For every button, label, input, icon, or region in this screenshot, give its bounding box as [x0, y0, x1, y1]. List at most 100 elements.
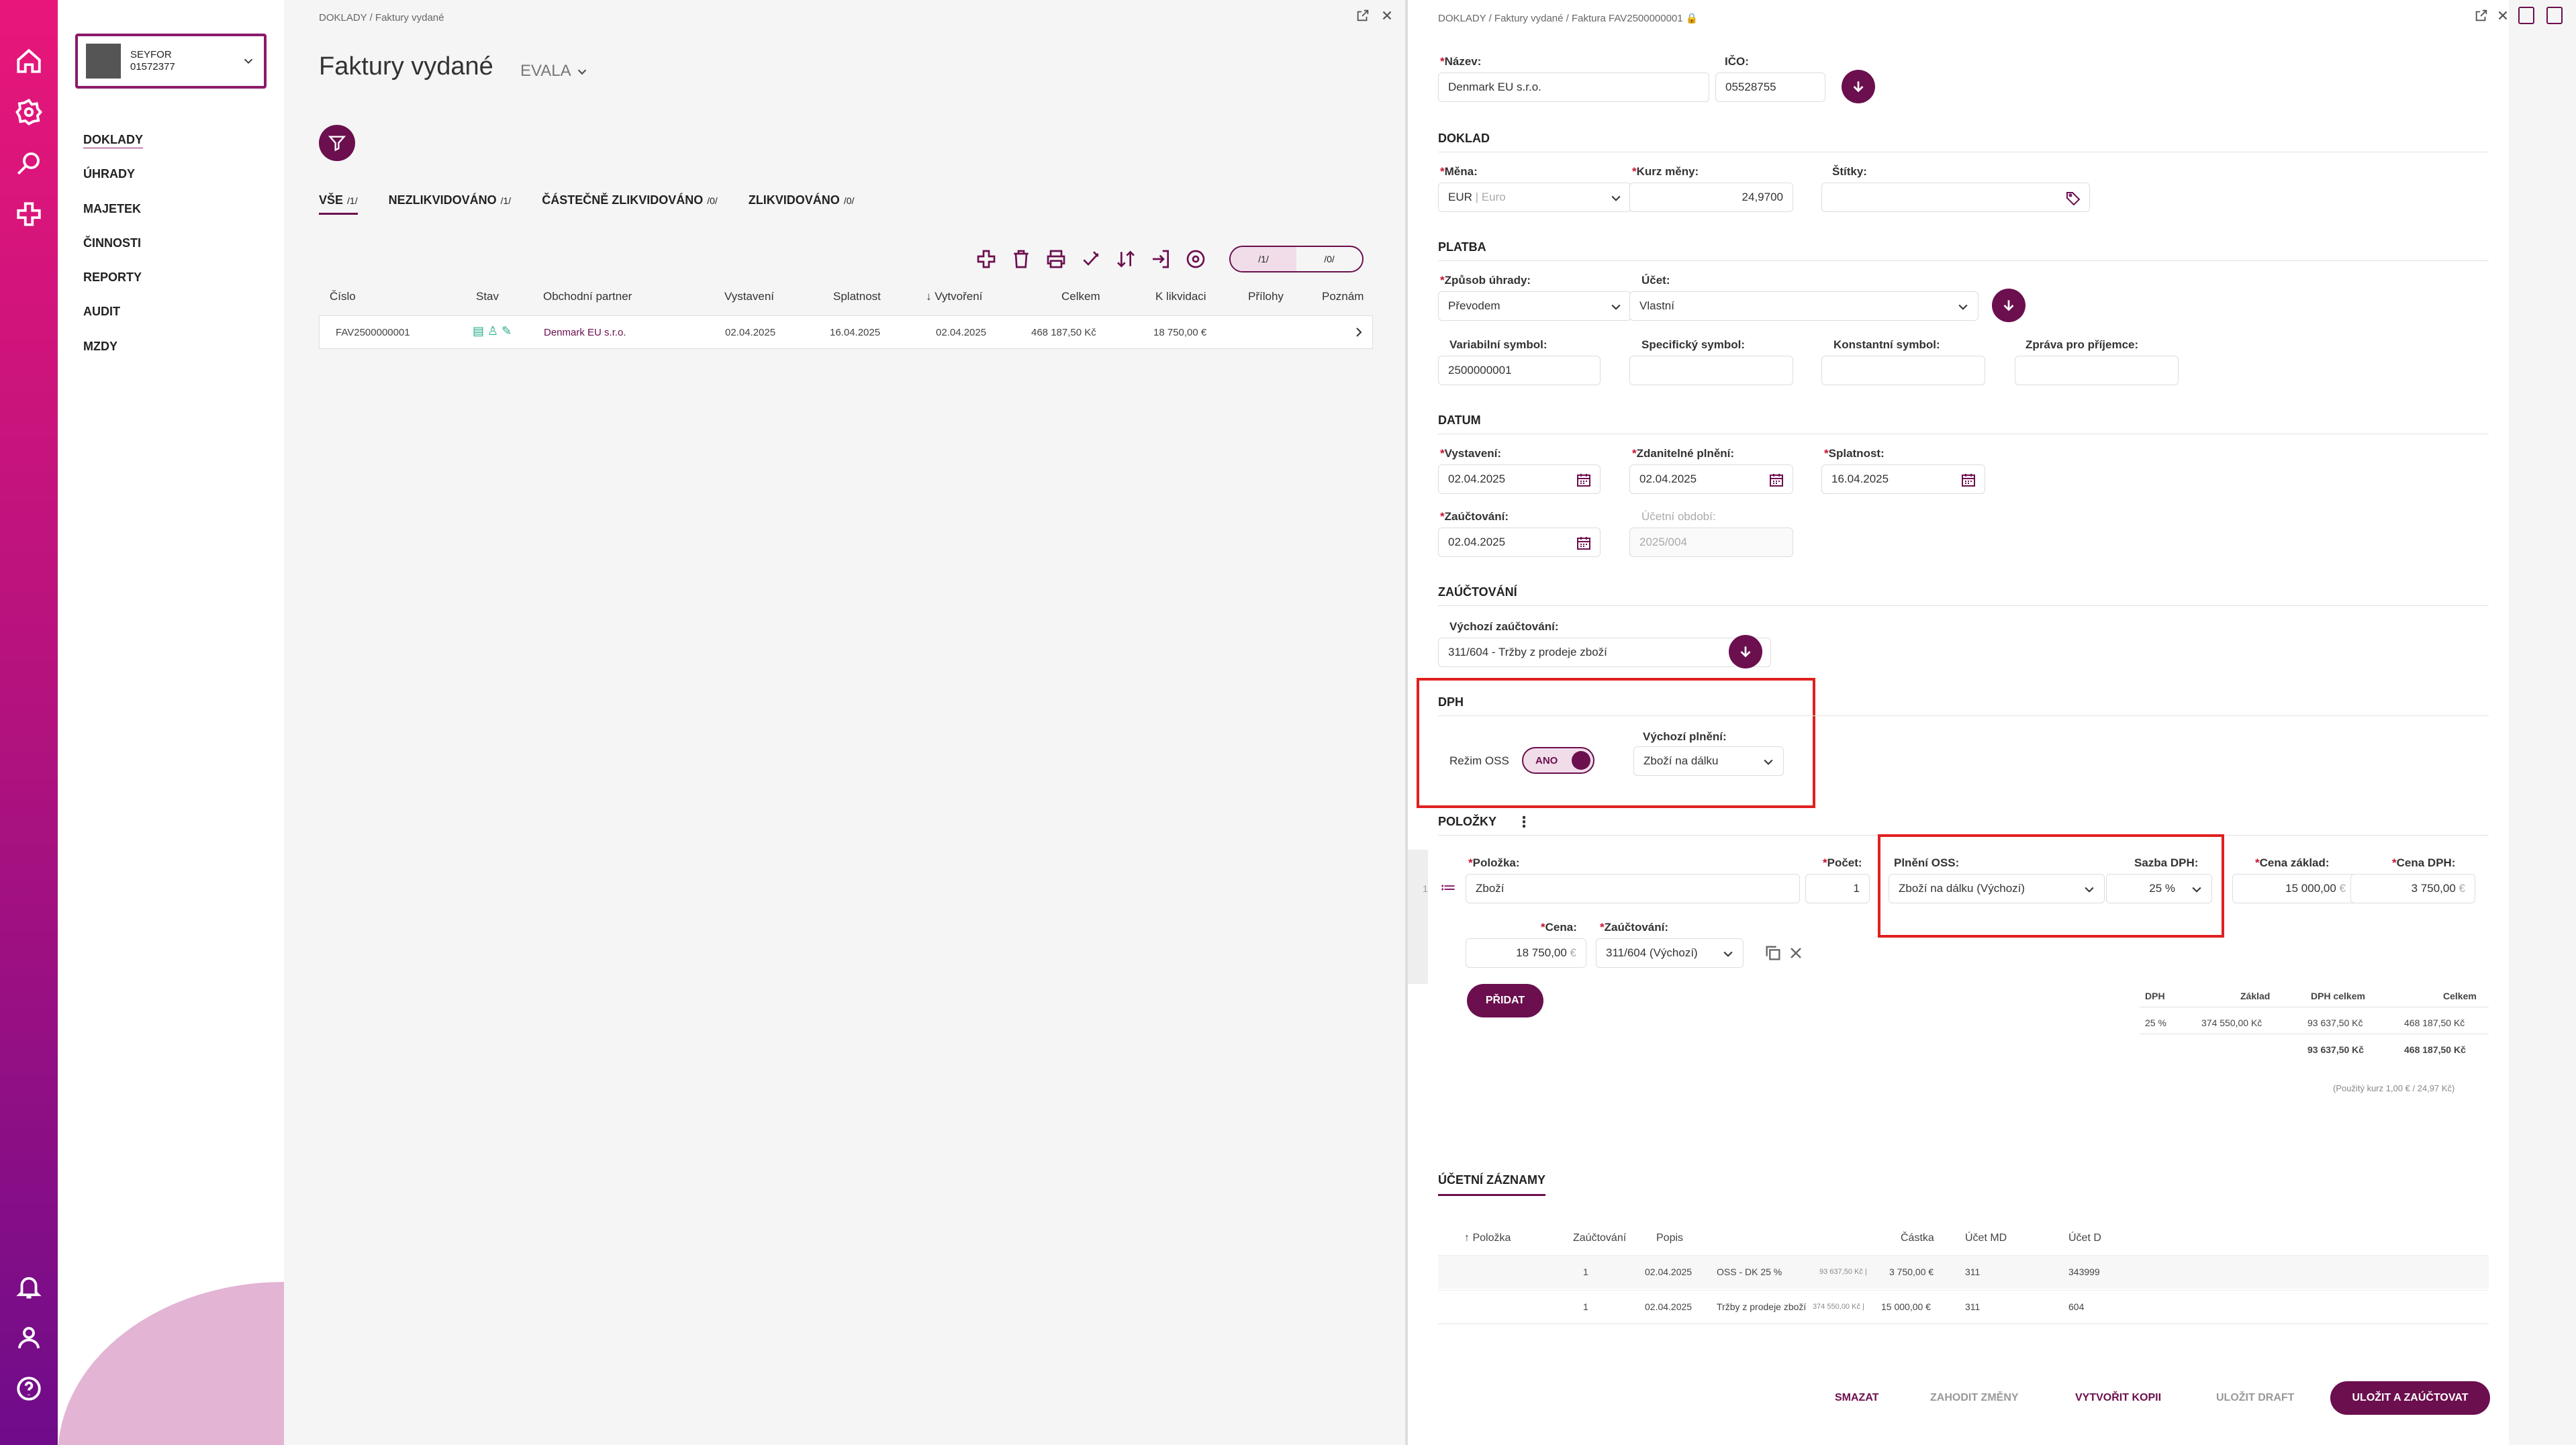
discard-button[interactable]: ZAHODIT ZMĚNY — [1930, 1392, 2019, 1404]
col-celkem[interactable]: Celkem — [1061, 290, 1100, 303]
tab-nezlikvidovano[interactable]: NEZLIKVIDOVÁNO/1/ — [389, 193, 512, 215]
add-icon[interactable] — [12, 197, 46, 231]
taxable-date-input[interactable]: 02.04.2025 — [1629, 464, 1793, 494]
attachment-icon[interactable] — [2546, 7, 2563, 24]
item-name-input[interactable]: Zboží — [1466, 874, 1800, 903]
user-icon[interactable] — [12, 1321, 46, 1354]
calendar-icon[interactable] — [1576, 535, 1592, 551]
due-date-input[interactable]: 16.04.2025 — [1821, 464, 1985, 494]
home-icon[interactable] — [12, 44, 46, 78]
draft-button[interactable]: ULOŽIT DRAFT — [2216, 1392, 2294, 1404]
nav-item-uhrady[interactable]: ÚHRADY — [83, 167, 143, 201]
sort-icon[interactable] — [1115, 248, 1137, 270]
nav-item-audit[interactable]: AUDIT — [83, 305, 143, 339]
search-icon[interactable] — [12, 146, 46, 180]
bell-icon[interactable] — [12, 1270, 46, 1303]
close-icon[interactable] — [2495, 8, 2510, 23]
calendar-icon[interactable] — [1960, 472, 1976, 488]
row-partner-link[interactable]: Denmark EU s.r.o. — [544, 327, 626, 338]
agenda-selector[interactable]: EVALA — [520, 62, 589, 81]
base-price-input[interactable]: 15 000,00 € — [2232, 874, 2356, 903]
posting-date-input[interactable]: 02.04.2025 — [1438, 528, 1601, 557]
open-external-icon[interactable] — [1355, 8, 1370, 23]
trash-icon[interactable] — [1010, 248, 1032, 270]
tab-zlikvidovano[interactable]: ZLIKVIDOVÁNO/0/ — [749, 193, 855, 215]
rate-input[interactable]: 24,9700 — [1629, 183, 1793, 212]
ico-input[interactable]: 05528755 — [1715, 72, 1825, 102]
chevron-right-icon[interactable] — [1351, 324, 1367, 340]
remove-icon[interactable] — [1786, 944, 1805, 962]
vs-input[interactable]: 2500000001 — [1438, 356, 1601, 385]
rec-header-d[interactable]: Účet D — [2068, 1232, 2101, 1244]
nav-item-mzdy[interactable]: MZDY — [83, 340, 143, 374]
ss-input[interactable] — [1629, 356, 1793, 385]
accounting-records-tab[interactable]: ÚČETNÍ ZÁZNAMY — [1438, 1173, 1545, 1196]
print-icon[interactable] — [1045, 248, 1067, 270]
table-row[interactable]: FAV2500000001 ▤ ♙ ✎ Denmark EU s.r.o. 02… — [319, 315, 1373, 349]
add-item-button[interactable]: PŘIDAT — [1467, 984, 1543, 1017]
rec-header-amount[interactable]: Částka — [1901, 1232, 1934, 1244]
import-icon[interactable] — [1150, 248, 1172, 270]
account-select[interactable]: Vlastní — [1629, 291, 1978, 321]
default-posting-select[interactable]: 311/604 - Tržby z prodeje zboží — [1438, 638, 1771, 667]
item-row-handle[interactable] — [1408, 850, 1428, 984]
oss-toggle[interactable]: ANO — [1522, 747, 1594, 774]
currency-select[interactable]: EUR | Euro — [1438, 183, 1631, 212]
more-options-icon[interactable]: ⋮ — [1517, 813, 1531, 831]
close-icon[interactable] — [1380, 8, 1394, 23]
tab-vse[interactable]: VŠE/1/ — [319, 193, 358, 215]
save-post-button[interactable]: ULOŽIT A ZAÚČTOVAT — [2330, 1381, 2490, 1415]
col-vystaveni[interactable]: Vystavení — [724, 290, 774, 303]
col-prilohy[interactable]: Přílohy — [1248, 290, 1284, 303]
add-icon[interactable] — [975, 248, 997, 270]
nav-item-reporty[interactable]: REPORTY — [83, 270, 143, 305]
account-download-button[interactable] — [1992, 289, 2025, 322]
count-input[interactable]: 1 — [1805, 874, 1870, 903]
price-input[interactable]: 18 750,00 € — [1466, 938, 1586, 968]
calendar-icon[interactable] — [1576, 472, 1592, 488]
ks-input[interactable] — [1821, 356, 1985, 385]
posting-download-button[interactable] — [1729, 635, 1762, 668]
calendar-icon[interactable] — [1768, 472, 1784, 488]
col-stav[interactable]: Stav — [476, 290, 499, 303]
settings-icon[interactable] — [12, 95, 46, 129]
nav-item-majetek[interactable]: MAJETEK — [83, 202, 143, 236]
nav-item-doklady[interactable]: DOKLADY — [83, 133, 143, 167]
delete-button[interactable]: SMAZAT — [1835, 1392, 1878, 1404]
rec-header-md[interactable]: Účet MD — [1965, 1232, 2007, 1244]
view-drafts-toggle[interactable]: /0/ — [1296, 247, 1362, 271]
col-splatnost[interactable]: Splatnost — [833, 290, 881, 303]
rec-header-item[interactable]: ↑ Položka — [1464, 1232, 1511, 1244]
filter-button[interactable] — [319, 125, 355, 161]
col-cislo[interactable]: Číslo — [330, 290, 356, 303]
vat-rate-select[interactable]: 25 % — [2106, 874, 2212, 903]
drag-lines-icon[interactable]: ≔ — [1440, 878, 1456, 897]
payment-method-select[interactable]: Převodem — [1438, 291, 1631, 321]
help-icon[interactable] — [12, 1372, 46, 1405]
nav-item-cinnosti[interactable]: ČINNOSTI — [83, 236, 143, 270]
view-documents-toggle[interactable]: /1/ — [1231, 247, 1296, 271]
item-posting-select[interactable]: 311/604 (Výchozí) — [1596, 938, 1744, 968]
company-selector[interactable]: SEYFOR 01572377 — [75, 34, 267, 89]
copy-button[interactable]: VYTVOŘIT KOPII — [2075, 1392, 2161, 1404]
copy-icon[interactable] — [1764, 944, 1782, 962]
col-k-likvidaci[interactable]: K likvidaci — [1155, 290, 1206, 303]
tab-castecne[interactable]: ČÁSTEČNĚ ZLIKVIDOVÁNO/0/ — [542, 193, 718, 215]
settings-icon[interactable] — [1185, 248, 1206, 270]
rec-header-date[interactable]: Zaúčtování — [1573, 1232, 1626, 1244]
message-input[interactable] — [2015, 356, 2179, 385]
vat-price-input[interactable]: 3 750,00 € — [2350, 874, 2475, 903]
col-vytvoreni[interactable]: ↓ Vytvoření — [926, 290, 982, 303]
rec-header-desc[interactable]: Popis — [1656, 1232, 1683, 1244]
issue-date-input[interactable]: 02.04.2025 — [1438, 464, 1601, 494]
col-poznamka[interactable]: Poznám — [1322, 290, 1364, 303]
default-supply-select[interactable]: Zboží na dálku — [1633, 746, 1784, 776]
open-external-icon[interactable] — [2474, 8, 2489, 23]
approve-icon[interactable] — [1080, 248, 1102, 270]
ares-download-button[interactable] — [1842, 70, 1875, 103]
tags-input[interactable] — [1821, 183, 2090, 212]
col-partner[interactable]: Obchodní partner — [543, 290, 632, 303]
name-input[interactable]: Denmark EU s.r.o. — [1438, 72, 1709, 102]
document-icon[interactable] — [2518, 7, 2534, 24]
oss-supply-select[interactable]: Zboží na dálku (Výchozí) — [1889, 874, 2105, 903]
